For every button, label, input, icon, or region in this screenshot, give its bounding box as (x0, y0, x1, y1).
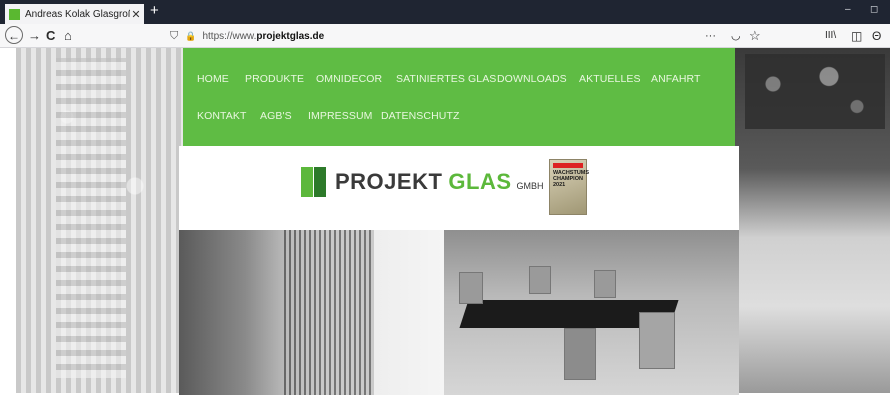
nav-item-home[interactable]: HOME (197, 73, 229, 85)
nav-item-omnidecor[interactable]: OMNIDECOR (316, 73, 382, 85)
web-page: HOME PRODUKTE OMNIDECOR SATINIERTES GLAS… (0, 48, 890, 395)
reload-button[interactable]: C (46, 27, 55, 45)
favicon-icon (9, 8, 20, 20)
nav-item-agbs[interactable]: AGB'S (260, 110, 292, 122)
hero-image-dining-room (444, 230, 739, 395)
home-button[interactable]: ⌂ (64, 27, 72, 45)
logo-word-glas: GLAS (448, 169, 512, 194)
url-prefix: https://www. (202, 30, 257, 42)
logo-mark-icon (301, 167, 327, 197)
background-glass-left-image (16, 48, 186, 393)
bookmark-star-icon[interactable]: ☆ (749, 27, 761, 45)
sidebar-icon[interactable]: ◫ (851, 27, 862, 45)
url-bar[interactable]: ⛉ 🔒 https://www. projektglas.de (170, 27, 765, 45)
url-domain: projektglas.de (256, 30, 325, 42)
pocket-icon[interactable]: ◡ (731, 27, 741, 45)
company-logo[interactable]: PROJEKT GLAS GMBH (301, 165, 544, 199)
account-icon[interactable]: Θ (872, 27, 881, 45)
nav-item-downloads[interactable]: DOWNLOADS (497, 73, 567, 85)
browser-toolbar: ← → C ⌂ ⛉ 🔒 https://www. projektglas.de ·… (0, 24, 890, 48)
lock-icon[interactable]: 🔒 (185, 31, 196, 42)
logo-header: PROJEKT GLAS GMBH WACHSTUMS CHAMPION 202… (179, 146, 739, 230)
wachstums-champion-badge: WACHSTUMS CHAMPION 2021 (549, 159, 589, 215)
hero-image-glass-panels (179, 230, 444, 395)
browser-tab[interactable]: Andreas Kolak Glasgroßhandel ✕ (5, 4, 144, 24)
minimize-button[interactable]: – (845, 4, 851, 15)
main-navigation: HOME PRODUKTE OMNIDECOR SATINIERTES GLAS… (183, 48, 735, 146)
page-actions-menu[interactable]: ··· (705, 27, 716, 45)
nav-row-1: HOME PRODUKTE OMNIDECOR SATINIERTES GLAS… (183, 73, 735, 93)
new-tab-button[interactable]: + (150, 2, 159, 19)
hero-image (179, 230, 739, 395)
nav-item-datenschutz[interactable]: DATENSCHUTZ (381, 110, 460, 122)
nav-row-2: KONTAKT AGB'S IMPRESSUM DATENSCHUTZ (183, 110, 735, 130)
logo-word-gmbh: GMBH (516, 181, 544, 191)
shield-icon[interactable]: ⛉ (170, 30, 178, 43)
tab-close-icon[interactable]: ✕ (130, 8, 142, 21)
nav-item-produkte[interactable]: PRODUKTE (245, 73, 304, 85)
restore-button[interactable]: ◻ (870, 4, 878, 15)
nav-item-impressum[interactable]: IMPRESSUM (308, 110, 373, 122)
logo-word-projekt: PROJEKT (335, 169, 443, 194)
library-icon[interactable]: III\ (825, 27, 836, 45)
tab-title: Andreas Kolak Glasgroßhandel (25, 8, 130, 20)
background-glass-right-image (735, 48, 890, 393)
forward-button[interactable]: → (28, 27, 41, 45)
nav-item-aktuelles[interactable]: AKTUELLES (579, 73, 641, 85)
browser-titlebar: Andreas Kolak Glasgroßhandel ✕ + – ◻ (0, 0, 890, 24)
nav-item-kontakt[interactable]: KONTAKT (197, 110, 247, 122)
nav-item-satiniertes-glas[interactable]: SATINIERTES GLAS (396, 73, 496, 85)
back-button[interactable]: ← (5, 26, 23, 44)
nav-item-anfahrt[interactable]: ANFAHRT (651, 73, 701, 85)
